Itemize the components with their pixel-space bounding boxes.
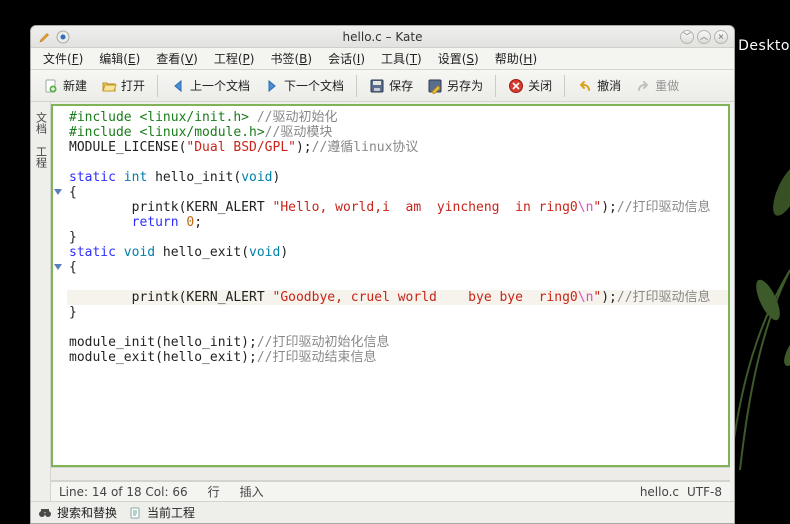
new-button-label: 新建 xyxy=(63,77,87,94)
current-project-label: 当前工程 xyxy=(147,504,195,521)
menu-h[interactable]: 帮助(H) xyxy=(489,48,543,69)
code-line[interactable]: printk(KERN_ALERT "Goodbye, cruel world … xyxy=(69,290,722,305)
prev-doc-button[interactable]: 上一个文档 xyxy=(164,73,256,99)
editor-body: 文档 工程 #include <linux/init.h> //驱动初始化#in… xyxy=(31,102,734,501)
kate-window: hello.c – Kate ﹀ ︿ × 文件(F)编辑(E)查看(V)工程(P… xyxy=(30,25,735,524)
menu-f[interactable]: 文件(F) xyxy=(37,48,89,69)
undo-button[interactable]: 撤消 xyxy=(571,73,627,99)
close-doc-label: 关闭 xyxy=(528,77,552,94)
horizontal-scrollbar[interactable] xyxy=(51,467,730,481)
maximize-button[interactable]: ︿ xyxy=(697,30,711,44)
bottombar: 搜索和替换 当前工程 xyxy=(31,501,734,523)
code-line[interactable]: static void hello_exit(void) xyxy=(69,245,722,260)
pencil-icon xyxy=(37,29,53,45)
menu-t[interactable]: 工具(T) xyxy=(375,48,428,69)
prev-doc-label: 上一个文档 xyxy=(190,77,250,94)
menu-p[interactable]: 工程(P) xyxy=(208,48,261,69)
open-button[interactable]: 打开 xyxy=(95,73,151,99)
close-icon xyxy=(508,78,524,94)
redo-icon xyxy=(635,78,651,94)
code-line[interactable]: return 0; xyxy=(69,215,722,230)
code-line[interactable]: MODULE_LICENSE("Dual BSD/GPL");//遵循linux… xyxy=(69,140,722,155)
floppy-icon xyxy=(369,78,385,94)
save-as-label: 另存为 xyxy=(447,77,483,94)
open-button-label: 打开 xyxy=(121,77,145,94)
close-window-button[interactable]: × xyxy=(714,30,728,44)
code-line[interactable] xyxy=(69,365,722,380)
status-filename: hello.c xyxy=(640,485,679,499)
next-doc-label: 下一个文档 xyxy=(284,77,344,94)
code-line[interactable]: #include <linux/module.h>//驱动模块 xyxy=(69,125,722,140)
status-wrap[interactable]: 行 xyxy=(208,483,220,500)
code-line[interactable] xyxy=(69,155,722,170)
sidebar-tab-documents[interactable]: 文档 xyxy=(31,106,51,140)
status-insert-mode[interactable]: 插入 xyxy=(240,483,264,500)
undo-icon xyxy=(577,78,593,94)
save-button-label: 保存 xyxy=(389,77,413,94)
code-line[interactable]: } xyxy=(69,305,722,320)
editor-wrap: #include <linux/init.h> //驱动初始化#include … xyxy=(51,102,734,501)
titlebar[interactable]: hello.c – Kate ﹀ ︿ × xyxy=(31,26,734,48)
menu-b[interactable]: 书签(B) xyxy=(264,48,318,69)
save-as-icon xyxy=(427,78,443,94)
save-button[interactable]: 保存 xyxy=(363,73,419,99)
code-line[interactable]: static int hello_init(void) xyxy=(69,170,722,185)
status-position: Line: 14 of 18 Col: 66 xyxy=(59,485,188,499)
toolbar-separator xyxy=(564,75,565,97)
code-line[interactable]: { xyxy=(69,185,722,200)
code-line[interactable]: { xyxy=(69,260,722,275)
window-title: hello.c – Kate xyxy=(31,30,734,44)
menu-e[interactable]: 编辑(E) xyxy=(93,48,146,69)
left-sidebar: 文档 工程 xyxy=(31,102,51,501)
toolbar-separator xyxy=(495,75,496,97)
menu-v[interactable]: 查看(V) xyxy=(150,48,204,69)
redo-label: 重做 xyxy=(655,77,679,94)
new-file-icon xyxy=(43,78,59,94)
minimize-button[interactable]: ﹀ xyxy=(680,30,694,44)
folder-open-icon xyxy=(101,78,117,94)
arrow-right-icon xyxy=(264,78,280,94)
next-doc-button[interactable]: 下一个文档 xyxy=(258,73,350,99)
current-project-tab[interactable]: 当前工程 xyxy=(127,504,195,521)
toolbar-separator xyxy=(157,75,158,97)
code-line[interactable]: module_exit(hello_exit);//打印驱动结束信息 xyxy=(69,350,722,365)
menu-i[interactable]: 会话(I) xyxy=(322,48,371,69)
status-encoding[interactable]: UTF-8 xyxy=(687,485,722,499)
desktop-folder-label: Deskto xyxy=(738,38,790,54)
arrow-left-icon xyxy=(170,78,186,94)
fold-marker-icon[interactable] xyxy=(54,189,62,195)
code-line[interactable] xyxy=(69,320,722,335)
redo-button[interactable]: 重做 xyxy=(629,73,685,99)
sidebar-tab-project[interactable]: 工程 xyxy=(31,140,51,174)
undo-label: 撤消 xyxy=(597,77,621,94)
kate-app-icon xyxy=(55,29,71,45)
save-as-button[interactable]: 另存为 xyxy=(421,73,489,99)
new-button[interactable]: 新建 xyxy=(37,73,93,99)
menu-s[interactable]: 设置(S) xyxy=(432,48,485,69)
code-line[interactable]: } xyxy=(69,230,722,245)
code-line[interactable] xyxy=(69,275,722,290)
search-replace-tab[interactable]: 搜索和替换 xyxy=(37,504,117,521)
menubar: 文件(F)编辑(E)查看(V)工程(P)书签(B)会话(I)工具(T)设置(S)… xyxy=(31,48,734,70)
code-line[interactable]: printk(KERN_ALERT "Hello, world,i am yin… xyxy=(69,200,722,215)
code-line[interactable]: module_init(hello_init);//打印驱动初始化信息 xyxy=(69,335,722,350)
binoculars-icon xyxy=(37,505,53,521)
code-line[interactable]: #include <linux/init.h> //驱动初始化 xyxy=(69,110,722,125)
toolbar: 新建 打开 上一个文档 下一个文档 保存 另存为 关闭 xyxy=(31,70,734,102)
code-editor[interactable]: #include <linux/init.h> //驱动初始化#include … xyxy=(67,106,728,465)
close-doc-button[interactable]: 关闭 xyxy=(502,73,558,99)
editor-frame: #include <linux/init.h> //驱动初始化#include … xyxy=(51,104,730,467)
toolbar-separator xyxy=(356,75,357,97)
statusbar: Line: 14 of 18 Col: 66 行 插入 hello.c UTF-… xyxy=(51,481,730,501)
search-replace-label: 搜索和替换 xyxy=(57,504,117,521)
fold-gutter[interactable] xyxy=(53,106,67,465)
fold-marker-icon[interactable] xyxy=(54,264,62,270)
document-icon xyxy=(127,505,143,521)
